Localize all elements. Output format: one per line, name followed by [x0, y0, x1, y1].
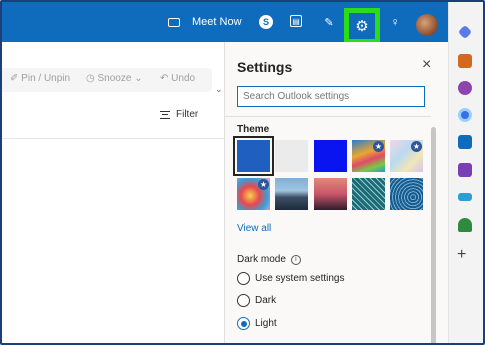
undo-button[interactable]: ↶ Undo: [160, 73, 195, 84]
scrollbar[interactable]: [431, 127, 436, 343]
theme-mountains[interactable]: [275, 178, 308, 210]
clock-icon: ◷: [86, 73, 95, 84]
skype-icon[interactable]: S: [259, 15, 273, 29]
meet-now-label: Meet Now: [192, 16, 242, 28]
theme-heading: Theme: [237, 124, 270, 135]
theme-bright-blue[interactable]: [314, 140, 347, 172]
message-list-area: ✐ Pin / Unpin ◷ Snooze ⌄ ↶ Undo ⌄ Filter: [2, 42, 224, 343]
theme-colorful-art[interactable]: ★: [237, 178, 270, 210]
radio-use-system-settings[interactable]: Use system settings: [237, 272, 344, 285]
premium-star-icon: ★: [258, 179, 269, 190]
theme-pastel[interactable]: ★: [390, 140, 423, 172]
forms-icon[interactable]: [458, 193, 472, 201]
filter-button[interactable]: Filter: [160, 109, 198, 120]
notes-icon[interactable]: [458, 163, 472, 177]
settings-gear-highlight[interactable]: ⚙: [344, 8, 380, 44]
settings-title: Settings: [237, 59, 293, 75]
tag-icon[interactable]: [457, 24, 473, 40]
settings-search-input[interactable]: [237, 86, 425, 107]
tree-icon[interactable]: [458, 218, 472, 232]
premium-star-icon: ★: [373, 141, 384, 152]
theme-palms[interactable]: [314, 178, 347, 210]
top-bar: Meet Now S ▤ ✎ ⚙ ♀: [2, 2, 448, 44]
divider: [225, 116, 431, 117]
gear-icon[interactable]: ⚙: [349, 13, 375, 39]
settings-panel: Settings × Theme ★ ★ ★ View all Dark mod…: [224, 42, 448, 343]
loop-icon[interactable]: [458, 108, 472, 122]
radio-button-selected[interactable]: [237, 317, 250, 330]
briefcase-icon[interactable]: [458, 54, 472, 68]
more-options-chevron-icon[interactable]: ⌄: [215, 84, 223, 95]
undo-icon: ↶: [160, 73, 169, 84]
my-day-icon[interactable]: ✎: [322, 15, 336, 29]
premium-star-icon: ★: [411, 141, 422, 152]
radio-light[interactable]: Light: [237, 317, 277, 330]
dark-mode-heading: Dark mode i: [237, 254, 301, 265]
info-icon[interactable]: i: [290, 254, 301, 265]
view-all-link[interactable]: View all: [237, 223, 271, 234]
meet-now-button[interactable]: Meet Now: [168, 2, 242, 42]
radio-dark[interactable]: Dark: [237, 294, 276, 307]
snooze-button[interactable]: ◷ Snooze ⌄: [86, 73, 143, 84]
theme-rainbow[interactable]: ★: [352, 140, 385, 172]
avatar[interactable]: [416, 14, 438, 36]
video-camera-icon: [168, 17, 180, 27]
theme-blue[interactable]: [233, 136, 274, 176]
close-icon[interactable]: ×: [422, 56, 431, 74]
radio-button[interactable]: [237, 294, 250, 307]
command-bar: ✐ Pin / Unpin ◷ Snooze ⌄ ↶ Undo: [2, 68, 212, 92]
theme-circuit[interactable]: [352, 178, 385, 210]
filter-icon: [160, 110, 170, 119]
theme-light-gray[interactable]: [275, 140, 308, 172]
divider: [2, 138, 224, 139]
teams-icon[interactable]: ▤: [290, 15, 302, 27]
add-icon[interactable]: +: [457, 246, 466, 264]
pin-button[interactable]: ✐ Pin / Unpin: [10, 73, 70, 84]
theme-fingerprint[interactable]: [390, 178, 423, 210]
chevron-down-icon: ⌄: [134, 73, 143, 84]
app-rail: +: [448, 2, 483, 343]
radio-button[interactable]: [237, 272, 250, 285]
lightbulb-icon[interactable]: ♀: [388, 15, 402, 29]
outlook-window: Meet Now S ▤ ✎ ⚙ ♀ ✐ Pin / Unpin ◷ Snooz…: [0, 0, 485, 345]
people-icon[interactable]: [458, 81, 472, 95]
pin-icon: ✐: [10, 73, 19, 84]
outlook-icon[interactable]: [458, 135, 472, 149]
